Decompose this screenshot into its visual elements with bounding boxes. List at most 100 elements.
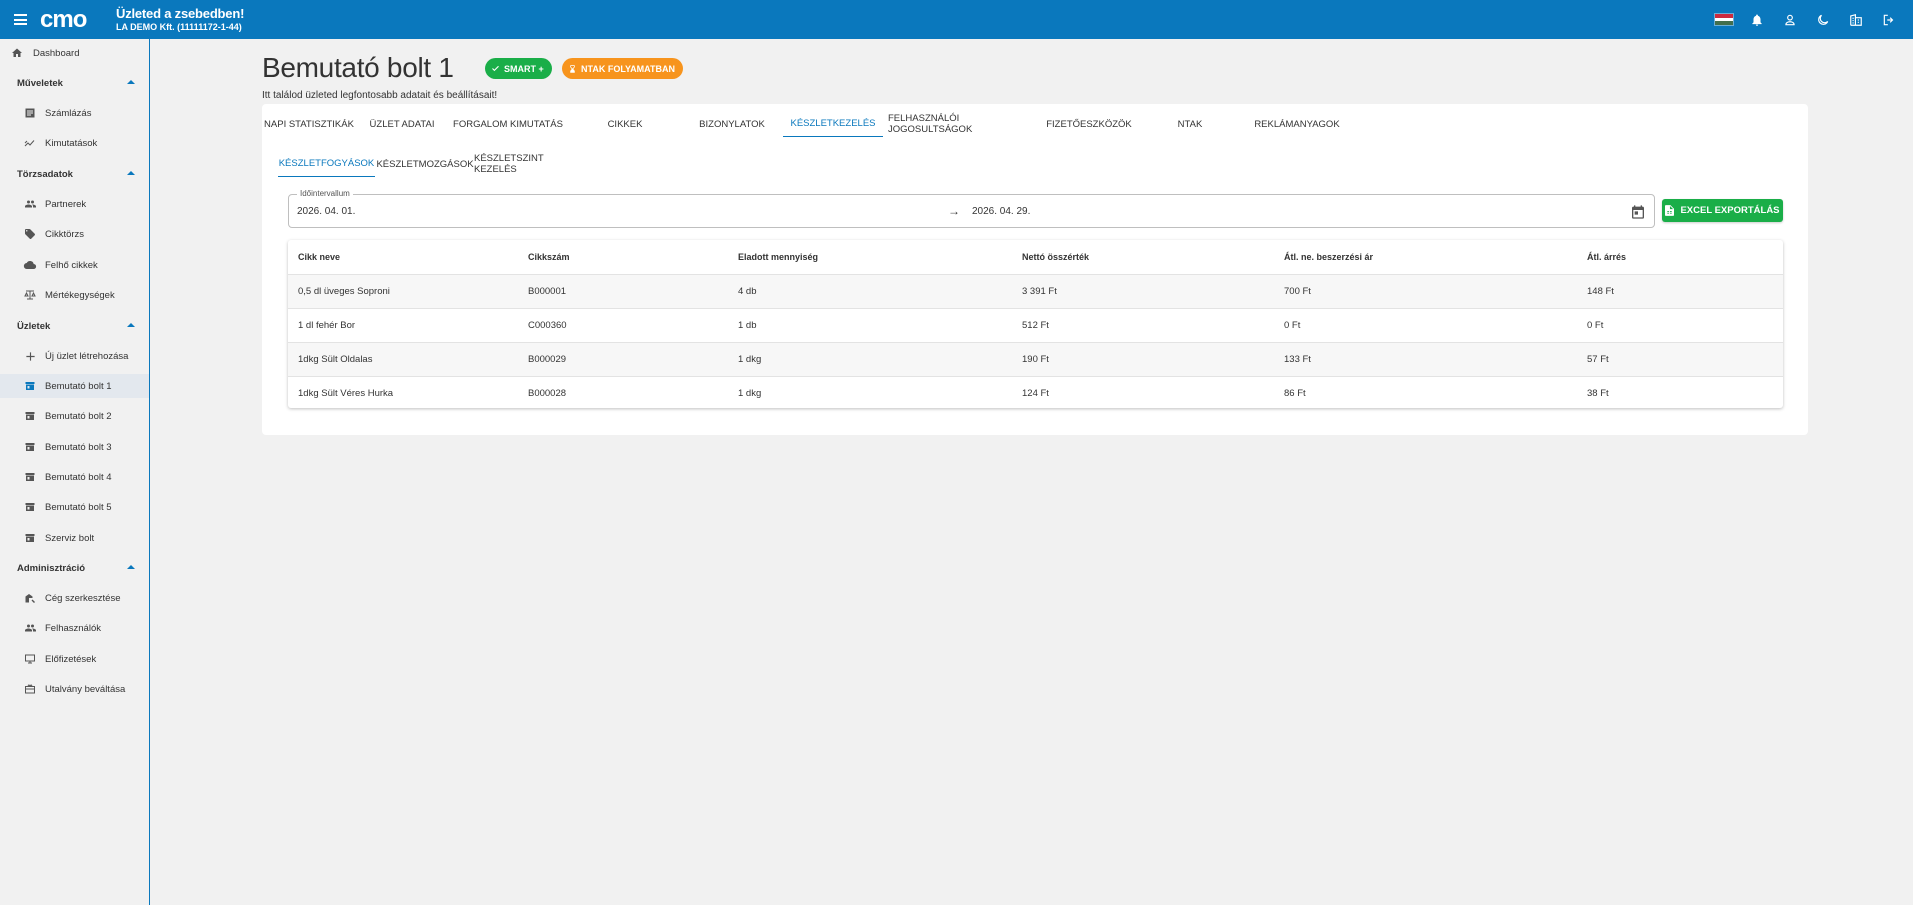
plus-icon bbox=[23, 349, 37, 363]
cell-cikk-neve: 1dkg Sült Oldalas bbox=[298, 354, 373, 365]
company-switch-icon[interactable] bbox=[1846, 10, 1866, 30]
tab-forgalom-kimutatas[interactable]: Forgalom kimutatás bbox=[448, 111, 568, 137]
cell-cikkszam: C000360 bbox=[528, 320, 567, 331]
tab-felhasznaloi-jogosultsagok[interactable]: Felhasználói jogosultságok bbox=[888, 111, 1038, 137]
table-header-row: Cikk neve Cikkszám Eladott mennyiség Net… bbox=[288, 240, 1783, 275]
table-row[interactable]: 1dkg Sült Oldalas B000029 1 dkg 190 Ft 1… bbox=[288, 343, 1783, 377]
tab-reklamanyagok[interactable]: Reklámanyagok bbox=[1247, 111, 1347, 137]
people-icon bbox=[23, 621, 37, 635]
sidebar-group-label: Műveletek bbox=[17, 77, 63, 89]
cell-atl-arres: 57 Ft bbox=[1587, 354, 1609, 365]
tab-keszletkezeles[interactable]: Készletkezelés bbox=[783, 111, 883, 137]
ntak-status-badge-label: NTAK FOLYAMATBAN bbox=[581, 63, 675, 74]
sidebar-item-uj-uzlet[interactable]: Új üzlet létrehozása bbox=[0, 344, 149, 368]
menu-icon[interactable] bbox=[14, 10, 34, 30]
sidebar-group-torzsadatok[interactable]: Törzsadatok bbox=[17, 164, 137, 184]
sidebar-group-adminisztracio[interactable]: Adminisztráció bbox=[17, 558, 137, 578]
store-icon bbox=[23, 500, 37, 514]
ntak-status-badge: NTAK FOLYAMATBAN bbox=[562, 58, 683, 79]
cell-atl-beszerzesi-ar: 700 Ft bbox=[1284, 286, 1311, 297]
table-row[interactable]: 1dkg Sült Véres Hurka B000028 1 dkg 124 … bbox=[288, 377, 1783, 408]
date-to-value[interactable]: 2026. 04. 29. bbox=[972, 206, 1030, 217]
user-account-icon[interactable] bbox=[1780, 10, 1800, 30]
tag-icon bbox=[23, 227, 37, 241]
column-header-atl-arres[interactable]: Átl. árrés bbox=[1587, 240, 1626, 274]
cmo-logo[interactable]: cmo bbox=[40, 9, 108, 31]
cell-eladott-mennyiseg: 1 dkg bbox=[738, 354, 762, 365]
app-header: cmo Üzleted a zsebedben! LA DEMO Kft. (1… bbox=[0, 0, 1913, 39]
invoice-icon bbox=[23, 106, 37, 120]
tab-uzlet-adatai[interactable]: Üzlet adatai bbox=[363, 111, 441, 137]
store-icon bbox=[23, 440, 37, 454]
sidebar-item-cikktorzs[interactable]: Cikktörzs bbox=[0, 222, 149, 246]
company-edit-icon bbox=[23, 591, 37, 605]
tab-fizetoeszkozok[interactable]: Fizetőeszközök bbox=[1045, 111, 1133, 137]
collapse-caret-icon bbox=[127, 171, 135, 175]
page-subtitle: Itt találod üzleted legfontosabb adatait… bbox=[262, 90, 498, 101]
table-row[interactable]: 0,5 dl üveges Soproni B000001 4 db 3 391… bbox=[288, 275, 1783, 309]
subtab-keszletszint-kezeles[interactable]: Készletszint kezelés bbox=[474, 151, 584, 177]
sidebar-item-szamlazas[interactable]: Számlázás bbox=[0, 101, 149, 125]
language-flag-icon[interactable] bbox=[1714, 10, 1734, 30]
cell-atl-arres: 148 Ft bbox=[1587, 286, 1614, 297]
store-icon bbox=[23, 409, 37, 423]
sidebar-group-uzletek[interactable]: Üzletek bbox=[17, 316, 137, 336]
tab-ntak[interactable]: NTAK bbox=[1140, 111, 1240, 137]
collapse-caret-icon bbox=[127, 323, 135, 327]
tab-napi-statisztikak[interactable]: Napi statisztikák bbox=[262, 111, 356, 137]
sidebar-item-ceg-szerkesztese[interactable]: Cég szerkesztése bbox=[0, 586, 149, 610]
sidebar-item-dashboard[interactable]: Dashboard bbox=[0, 41, 149, 65]
cell-cikk-neve: 1dkg Sült Véres Hurka bbox=[298, 388, 394, 399]
sidebar-item-label: Szerviz bolt bbox=[45, 532, 95, 544]
sidebar-item-label: Dashboard bbox=[33, 47, 80, 59]
sidebar-item-bemutato-bolt-1[interactable]: Bemutató bolt 1 bbox=[0, 374, 149, 398]
sidebar-item-felhasznalok[interactable]: Felhasználók bbox=[0, 616, 149, 640]
sidebar-group-label: Üzletek bbox=[17, 320, 51, 332]
cell-eladott-mennyiseg: 1 dkg bbox=[738, 388, 762, 399]
calendar-icon[interactable] bbox=[1630, 204, 1646, 220]
subtab-keszletmozgasok[interactable]: Készletmozgások bbox=[376, 151, 473, 177]
column-header-cikk-neve[interactable]: Cikk neve bbox=[298, 240, 340, 274]
sidebar-item-szerviz-bolt[interactable]: Szerviz bolt bbox=[0, 526, 149, 550]
sidebar-item-utalvany[interactable]: Utalvány beváltása bbox=[0, 677, 149, 701]
brand-block: Üzleted a zsebedben! LA DEMO Kft. (11111… bbox=[116, 6, 244, 32]
subtab-keszletfogyasok[interactable]: Készletfogyások bbox=[278, 151, 375, 177]
cell-netto-osszertek: 512 Ft bbox=[1022, 320, 1049, 331]
cell-atl-arres: 38 Ft bbox=[1587, 388, 1609, 399]
date-range-picker[interactable]: Időintervallum 2026. 04. 01. → 2026. 04.… bbox=[288, 189, 1655, 228]
column-header-netto-osszertek[interactable]: Nettó összérték bbox=[1022, 240, 1089, 274]
sidebar-item-bemutato-bolt-5[interactable]: Bemutató bolt 5 bbox=[0, 495, 149, 519]
date-from-value[interactable]: 2026. 04. 01. bbox=[297, 206, 355, 217]
sidebar-item-bemutato-bolt-2[interactable]: Bemutató bolt 2 bbox=[0, 404, 149, 428]
table-row[interactable]: 1 dl fehér Bor C000360 1 db 512 Ft 0 Ft … bbox=[288, 309, 1783, 343]
page-title: Bemutató bolt 1 bbox=[262, 52, 454, 83]
sidebar-group-muveletek[interactable]: Műveletek bbox=[17, 73, 137, 93]
sidebar-item-label: Számlázás bbox=[45, 107, 92, 119]
tab-cikkek[interactable]: Cikkek bbox=[575, 111, 675, 137]
sidebar-item-label: Cikktörzs bbox=[45, 228, 85, 240]
cell-atl-beszerzesi-ar: 0 Ft bbox=[1284, 320, 1301, 331]
sidebar: Dashboard Műveletek Számlázás Kimutatáso… bbox=[0, 39, 150, 905]
sidebar-item-partnerek[interactable]: Partnerek bbox=[0, 192, 149, 216]
cell-netto-osszertek: 190 Ft bbox=[1022, 354, 1049, 365]
sidebar-item-kimutatasok[interactable]: Kimutatások bbox=[0, 131, 149, 155]
column-header-eladott-mennyiseg[interactable]: Eladott mennyiség bbox=[738, 240, 818, 274]
store-icon bbox=[23, 531, 37, 545]
sidebar-item-elofizetesek[interactable]: Előfizetések bbox=[0, 647, 149, 671]
monitor-icon bbox=[23, 652, 37, 666]
excel-export-button[interactable]: EXCEL EXPORTÁLÁS bbox=[1662, 199, 1783, 222]
sidebar-item-bemutato-bolt-4[interactable]: Bemutató bolt 4 bbox=[0, 465, 149, 489]
column-header-cikkszam[interactable]: Cikkszám bbox=[528, 240, 570, 274]
cell-cikk-neve: 1 dl fehér Bor bbox=[298, 320, 356, 331]
notification-bell-icon[interactable] bbox=[1747, 10, 1767, 30]
sidebar-item-mertekegysegek[interactable]: Mértékegységek bbox=[0, 283, 149, 307]
dark-mode-icon[interactable] bbox=[1813, 10, 1833, 30]
excel-export-label: EXCEL EXPORTÁLÁS bbox=[1680, 205, 1780, 216]
cell-atl-beszerzesi-ar: 86 Ft bbox=[1284, 388, 1306, 399]
sidebar-item-felho-cikkek[interactable]: Felhő cikkek bbox=[0, 253, 149, 277]
column-header-atl-beszerzesi-ar[interactable]: Átl. ne. beszerzési ár bbox=[1284, 240, 1373, 274]
sidebar-item-label: Bemutató bolt 4 bbox=[45, 471, 112, 483]
tab-bizonylatok[interactable]: Bizonylatok bbox=[682, 111, 782, 137]
logout-icon[interactable] bbox=[1879, 10, 1899, 30]
sidebar-item-bemutato-bolt-3[interactable]: Bemutató bolt 3 bbox=[0, 435, 149, 459]
